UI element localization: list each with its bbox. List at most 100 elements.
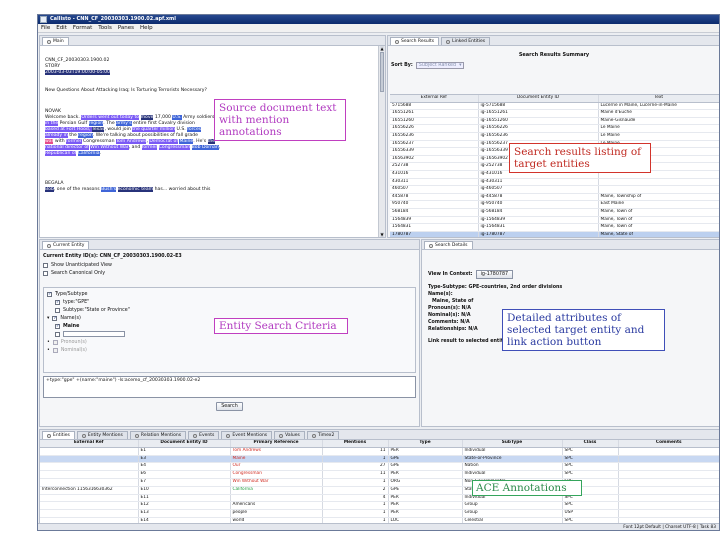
scroll-up-icon[interactable]: ▲ (380, 46, 384, 51)
result-row[interactable]: 445878 ig-445878 Maine, Township of (390, 193, 719, 202)
menu-edit[interactable]: Edit (56, 24, 67, 32)
nominals-checkbox[interactable] (52, 347, 58, 353)
mention-span[interactable]: economic team (117, 187, 154, 192)
name-maine-checkbox[interactable]: ✓ (55, 323, 60, 329)
mention-span[interactable]: U.S. (172, 115, 182, 120)
mention-span[interactable]: the quarter million (132, 127, 176, 132)
entity-row[interactable]: E6 Congressman 11 PER Individual SPC (40, 470, 719, 479)
result-row[interactable]: 16551260 ig-16551260 Maine-Gisnaude (390, 117, 719, 126)
mention-span[interactable]: former (66, 139, 82, 144)
entity-row[interactable]: E4 Our 27 GPE Nation SPC (40, 462, 719, 472)
sort-select[interactable]: Subject Ranked ▾ (415, 62, 465, 69)
mention-span[interactable]: forces (187, 127, 202, 132)
expand-names-icon[interactable]: ▾ (47, 316, 49, 321)
entities-col-header[interactable]: SubType (462, 440, 563, 448)
mention-span[interactable]: Win Without War (90, 145, 129, 150)
expand-pronouns-icon[interactable]: • (47, 340, 50, 345)
type-subtype-checkbox[interactable]: ✓ (47, 291, 52, 297)
entity-row[interactable]: E11 4 PER Individual SPC (40, 494, 719, 503)
result-row[interactable]: 1780787 ig-1780787 Maine, State of (390, 231, 719, 237)
names-checkbox[interactable]: ✓ (52, 315, 58, 321)
mention-span[interactable]: Congressman (158, 145, 191, 150)
mention-span[interactable]: already in (45, 133, 68, 138)
result-row[interactable]: 430311 ig-430311 (390, 178, 719, 187)
search-canonical-checkbox[interactable] (43, 270, 48, 276)
tab-entity-mentions[interactable]: Entity Mentions (76, 431, 128, 439)
document-text[interactable]: CNN_CF_20030303.1900.02 STORY 2003-03-03… (40, 46, 378, 237)
entities-col-header[interactable]: Comments (618, 440, 719, 448)
result-row[interactable]: 16556236 ig-16556236 Le Maine (390, 132, 719, 141)
view-context-button[interactable]: ig-1780787 (475, 270, 514, 279)
col-document-entity-id[interactable]: Document Entity ID (478, 95, 599, 103)
type-gpe-checkbox[interactable]: ✓ (55, 299, 60, 305)
entity-row[interactable]: E12 Americans 1 PER Group SPC (40, 501, 719, 511)
result-row[interactable]: 460507 ig-460507 (390, 185, 719, 194)
result-row[interactable]: 950740 ig-950740 East Maine (390, 200, 719, 209)
mention-span[interactable]: Bob Dornan (191, 145, 219, 150)
tab-current-entity[interactable]: Current Entity (42, 241, 90, 249)
tab-entities[interactable]: Entities (42, 431, 75, 439)
mention-span[interactable]: national director of (45, 145, 89, 150)
doc-scroll-thumb[interactable] (380, 52, 384, 92)
result-row[interactable]: 568184 ig-568184 Maine, Town of (390, 208, 719, 217)
mention-span[interactable]: Maine (179, 139, 194, 144)
mention-span[interactable]: former (141, 145, 158, 150)
entities-col-header[interactable]: Class (562, 440, 619, 448)
mention-span[interactable]: Orders went out today to (81, 115, 140, 120)
tab-values[interactable]: Values (274, 431, 305, 439)
entity-row[interactable]: E7Win Without War1ORGNon-GovernmentalSPC (40, 478, 719, 487)
result-row[interactable]: 1564831 ig-1564831 Maine, Town of (390, 223, 719, 232)
entity-row[interactable]: E1 Tom Andrews 11 PER Individual SPC (40, 447, 719, 456)
search-button[interactable]: Search (216, 402, 243, 411)
menu-file[interactable]: File (41, 24, 50, 32)
menu-format[interactable]: Format (73, 24, 92, 32)
mention-span[interactable]: Bush's (101, 187, 117, 192)
subtype-checkbox[interactable] (55, 307, 60, 313)
mention-span[interactable]: Republican of (45, 151, 77, 156)
menu-panes[interactable]: Panes (118, 24, 134, 32)
pronouns-checkbox[interactable] (52, 339, 58, 345)
entities-col-header[interactable]: External Ref (40, 440, 139, 448)
name-new-input[interactable] (63, 331, 125, 337)
tab-event-mentions[interactable]: Event Mentions (221, 431, 273, 439)
mention-span[interactable]: California (77, 151, 100, 156)
entity-row[interactable]: Interconnection 1156316630362 E10 Californ… (40, 486, 719, 495)
mention-span[interactable]: Tom Andrews (115, 139, 147, 144)
mention-span[interactable]: Bob (45, 187, 54, 192)
expand-nominals-icon[interactable]: • (47, 348, 50, 353)
mention-span[interactable]: Texas (91, 127, 105, 132)
tab-relation-mentions[interactable]: Relation Mentions (129, 431, 187, 439)
scroll-down-icon[interactable]: ▼ (380, 232, 384, 237)
col-external-ref[interactable]: External Ref (390, 95, 479, 103)
tab-search-results[interactable]: Search Results (390, 37, 440, 45)
menu-tools[interactable]: Tools (98, 24, 112, 32)
tab-timex2[interactable]: Timex2 (306, 431, 340, 439)
entity-row[interactable]: E3 Maine 1 GPE State-or-Province SPC (40, 455, 719, 464)
result-row[interactable]: 1564839 ig-1564839 Maine, Town of (390, 216, 719, 225)
tab-events[interactable]: Events (188, 431, 220, 439)
result-row[interactable]: 5715688 ig-5715688 Lucerne in Maine, Lucer… (390, 102, 719, 111)
entities-col-header[interactable]: Primary Reference (230, 440, 323, 448)
mention-span[interactable]: region (78, 133, 93, 138)
result-row[interactable]: 16551261 ig-16551261 Maine d'Euche (390, 109, 719, 118)
query-textarea[interactable]: +type:"gpe" +(name:"maine") -ls:acemo_cf… (43, 376, 416, 398)
entities-col-header[interactable]: Mentions (322, 440, 389, 448)
mention-span[interactable]: in the (45, 121, 59, 126)
tab-search-details[interactable]: Search Details (424, 241, 473, 249)
mention-span[interactable]: move (140, 115, 154, 120)
show-unanticipated-checkbox[interactable] (43, 262, 48, 268)
menu-help[interactable]: Help (140, 24, 153, 32)
col-text[interactable]: Text (598, 95, 719, 103)
entities-col-header[interactable]: Document Entity ID (138, 440, 231, 448)
entities-col-header[interactable]: Type (388, 440, 463, 448)
tab-linked-entities[interactable]: Linked Entities (441, 37, 491, 45)
mention-span[interactable]: army's (116, 121, 132, 126)
tab-main[interactable]: Main (42, 37, 69, 45)
doc-scrollbar[interactable]: ▲ ▼ (378, 46, 385, 237)
entity-row[interactable]: E13 people 1 PER Group USP (40, 509, 719, 518)
mention-span[interactable]: Democrat of (149, 139, 178, 144)
result-row[interactable]: 16556226 ig-16556226 Le Maine (390, 124, 719, 133)
name-new-checkbox[interactable] (55, 331, 60, 337)
mention-span[interactable]: based at Fort Hood, (45, 127, 92, 132)
mention-span[interactable]: region (88, 121, 104, 126)
